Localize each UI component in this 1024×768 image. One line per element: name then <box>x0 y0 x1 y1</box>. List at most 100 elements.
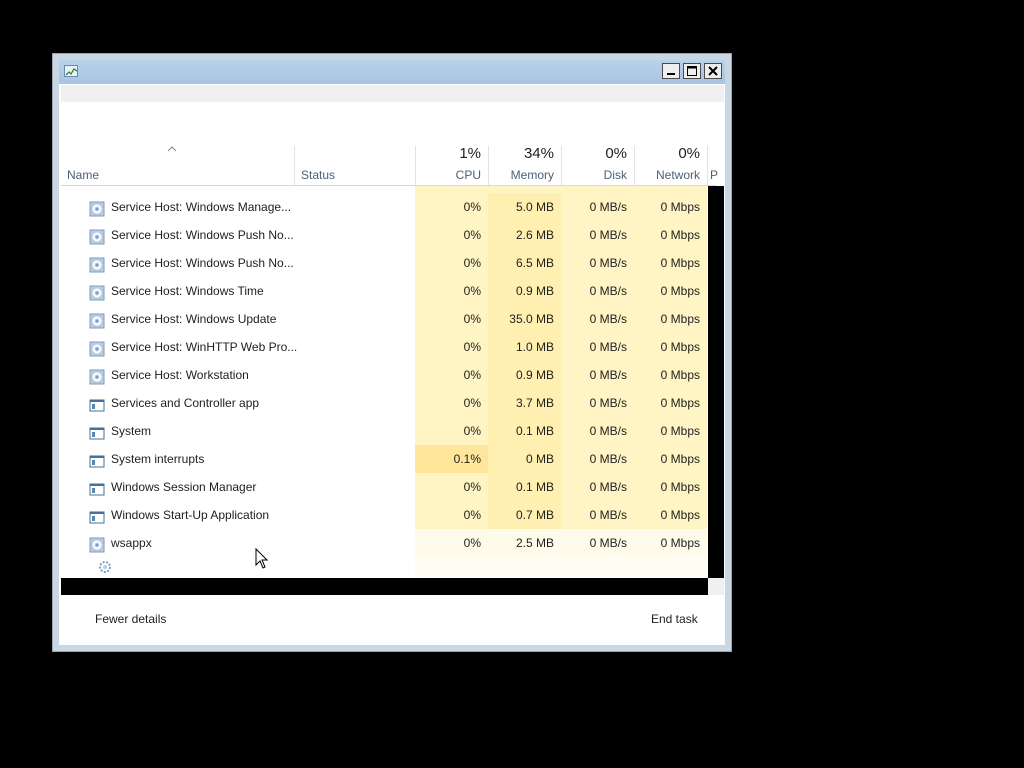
process-disk: 0 MB/s <box>561 417 634 445</box>
window-icon <box>89 479 105 496</box>
gear-icon <box>89 255 105 273</box>
maximize-button[interactable] <box>683 63 701 79</box>
process-cpu: 0% <box>415 221 488 249</box>
process-network: 0 Mbps <box>634 445 707 473</box>
process-name: Windows Start-Up Application <box>111 508 270 522</box>
process-row[interactable]: Windows Session Manager 0% 0.1 MB 0 MB/s 0 M… <box>61 473 716 501</box>
process-network: 0 Mbps <box>634 417 707 445</box>
process-row[interactable]: Service Host: Windows Manage... 0% 5.0 MB 0… <box>61 193 716 221</box>
process-row[interactable]: System 0% 0.1 MB 0 MB/s 0 Mbps <box>61 417 716 445</box>
process-memory: 2.6 MB <box>488 221 561 249</box>
process-row[interactable]: Service Host: Windows Push No... 0% 2.6 MB… <box>61 221 716 249</box>
process-list: Service Host: Windows Manage... 0% 5.0 MB 0… <box>61 186 716 578</box>
cpu-total-percent[interactable]: 1% <box>415 145 481 162</box>
column-header-status[interactable]: Status <box>301 168 335 182</box>
process-row[interactable]: Service Host: Windows Update 0% 35.0 MB 0 M… <box>61 305 716 333</box>
process-name-cell: Service Host: Windows Time <box>61 277 294 305</box>
minimize-button[interactable] <box>662 63 680 79</box>
process-row[interactable]: Service Host: Windows Push No... 0% 6.5 MB… <box>61 249 716 277</box>
process-status <box>294 361 415 389</box>
process-memory: 0.9 MB <box>488 361 561 389</box>
process-network: 0 Mbps <box>634 361 707 389</box>
disk-total-percent[interactable]: 0% <box>561 145 627 162</box>
process-name-cell: Services and Controller app <box>61 389 294 417</box>
process-name: System interrupts <box>111 452 205 466</box>
process-disk: 0 MB/s <box>561 445 634 473</box>
process-row[interactable]: Service Host: Workstation 0% 0.9 MB 0 MB/s 0… <box>61 361 716 389</box>
process-network: 0 Mbps <box>634 249 707 277</box>
process-memory: 0.9 MB <box>488 277 561 305</box>
column-header-disk[interactable]: Disk <box>561 168 627 182</box>
column-header-network[interactable]: Network <box>634 168 700 182</box>
footer-bar: Fewer details End task <box>61 595 724 645</box>
network-total-percent[interactable]: 0% <box>634 145 700 162</box>
column-header-name[interactable]: Name <box>67 168 99 182</box>
window-icon <box>89 395 105 412</box>
process-memory: 3.7 MB <box>488 389 561 417</box>
process-cpu: 0% <box>415 529 488 557</box>
process-disk: 0 MB/s <box>561 249 634 277</box>
process-memory: 0 MB <box>488 445 561 473</box>
process-memory: 1.0 MB <box>488 333 561 361</box>
process-disk: 0 MB/s <box>561 305 634 333</box>
process-name-cell: Service Host: Windows Push No... <box>61 249 294 277</box>
end-task-button[interactable]: End task <box>651 612 698 626</box>
title-bar[interactable] <box>59 60 725 84</box>
process-name: Service Host: Windows Time <box>111 284 264 298</box>
process-row[interactable]: wsappx 0% 2.5 MB 0 MB/s 0 Mbps <box>61 529 716 557</box>
task-manager-icon <box>64 65 78 77</box>
process-disk: 0 MB/s <box>561 389 634 417</box>
process-cpu: 0% <box>415 417 488 445</box>
process-status <box>294 445 415 473</box>
column-header-memory[interactable]: Memory <box>488 168 554 182</box>
process-row[interactable]: Windows Start-Up Application 0% 0.7 MB 0 MB… <box>61 501 716 529</box>
process-cpu: 0% <box>415 305 488 333</box>
process-name: Service Host: Windows Update <box>111 312 277 326</box>
process-row-partial <box>61 557 716 578</box>
close-button[interactable] <box>704 63 722 79</box>
process-name-cell: System interrupts <box>61 445 294 473</box>
process-name-cell: Windows Session Manager <box>61 473 294 501</box>
process-disk: 0 MB/s <box>561 501 634 529</box>
gear-icon <box>89 339 105 357</box>
process-network: 0 Mbps <box>634 305 707 333</box>
gear-icon <box>89 283 105 301</box>
process-row[interactable]: Services and Controller app 0% 3.7 MB 0 MB/… <box>61 389 716 417</box>
process-name-cell: Windows Start-Up Application <box>61 501 294 529</box>
process-name: System <box>111 424 152 438</box>
gear-icon <box>89 311 105 329</box>
fewer-details-button[interactable]: Fewer details <box>95 612 166 626</box>
process-row[interactable]: Service Host: WinHTTP Web Pro... 0% 1.0 MB… <box>61 333 716 361</box>
column-header-cpu[interactable]: CPU <box>415 168 481 182</box>
process-network: 0 Mbps <box>634 277 707 305</box>
process-name: Service Host: Windows Push No... <box>111 228 294 242</box>
process-disk: 0 MB/s <box>561 221 634 249</box>
process-name: Windows Session Manager <box>111 480 257 494</box>
process-disk: 0 MB/s <box>561 333 634 361</box>
process-row[interactable]: System interrupts 0.1% 0 MB 0 MB/s 0 Mbps <box>61 445 716 473</box>
process-cpu: 0% <box>415 389 488 417</box>
memory-total-percent[interactable]: 34% <box>488 145 554 162</box>
horizontal-scrollbar[interactable] <box>61 578 708 595</box>
process-status <box>294 221 415 249</box>
process-cpu: 0% <box>415 277 488 305</box>
gear-icon <box>89 199 105 217</box>
process-name-cell: System <box>61 417 294 445</box>
process-name: Service Host: Workstation <box>111 368 249 382</box>
window-icon <box>89 507 105 524</box>
process-disk: 0 MB/s <box>561 473 634 501</box>
mouse-cursor-icon <box>255 548 269 569</box>
process-name-cell: Service Host: Windows Push No... <box>61 221 294 249</box>
process-row[interactable]: Service Host: Windows Time 0% 0.9 MB 0 MB/s… <box>61 277 716 305</box>
process-name: Service Host: Windows Push No... <box>111 256 294 270</box>
process-memory: 2.5 MB <box>488 529 561 557</box>
menu-bar <box>61 85 724 102</box>
column-header-power[interactable]: P <box>710 168 718 182</box>
vertical-scrollbar[interactable] <box>708 186 724 578</box>
process-cpu: 0% <box>415 249 488 277</box>
process-cpu: 0% <box>415 501 488 529</box>
process-status <box>294 501 415 529</box>
process-status <box>294 193 415 221</box>
process-network: 0 Mbps <box>634 333 707 361</box>
gear-icon <box>89 535 105 553</box>
